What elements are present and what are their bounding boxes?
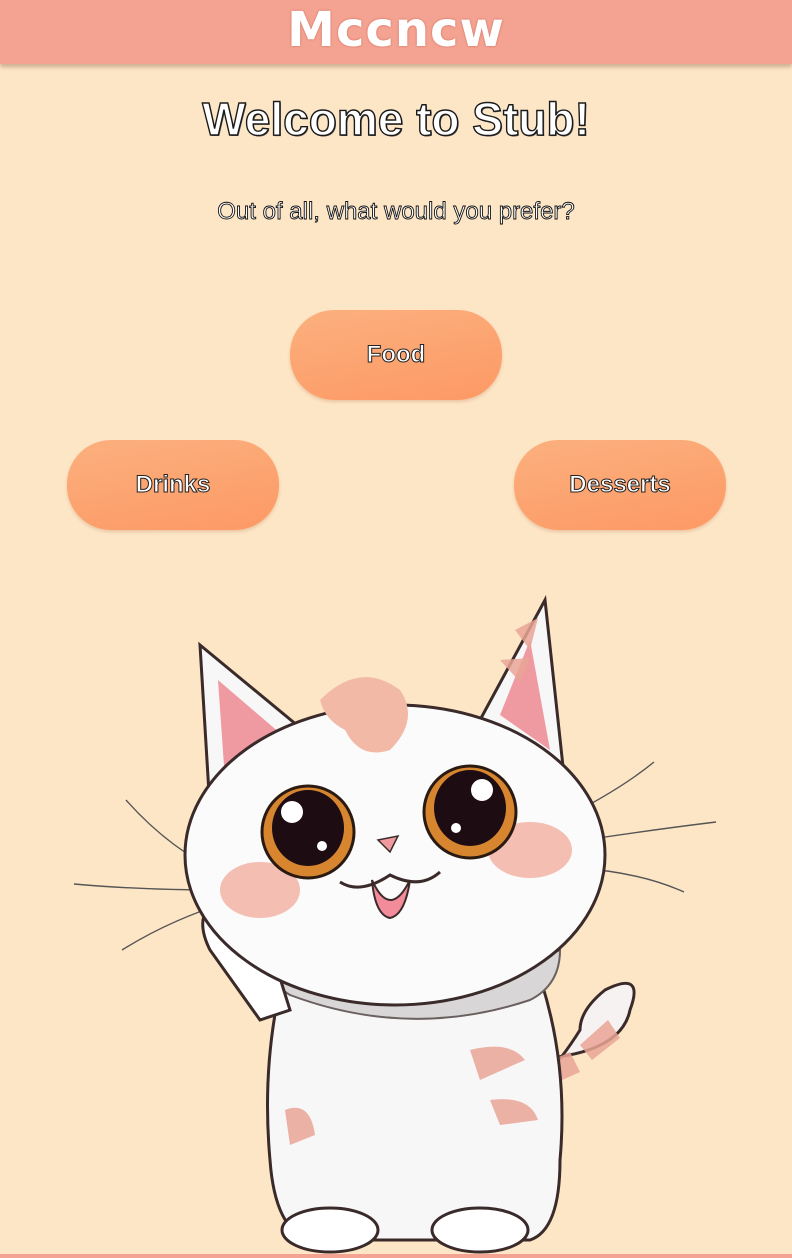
page-title: Welcome to Stub! <box>201 92 590 145</box>
waving-kitten-illustration <box>73 595 717 1254</box>
app-logo[interactable]: Mccncw <box>287 2 505 58</box>
food-button[interactable]: Food <box>290 310 502 400</box>
bottom-accent-bar <box>0 1254 792 1258</box>
preference-question: Out of all, what would you prefer? <box>217 198 575 226</box>
drinks-button[interactable]: Drinks <box>67 440 279 530</box>
desserts-button[interactable]: Desserts <box>514 440 726 530</box>
app-header: Mccncw <box>0 0 792 64</box>
